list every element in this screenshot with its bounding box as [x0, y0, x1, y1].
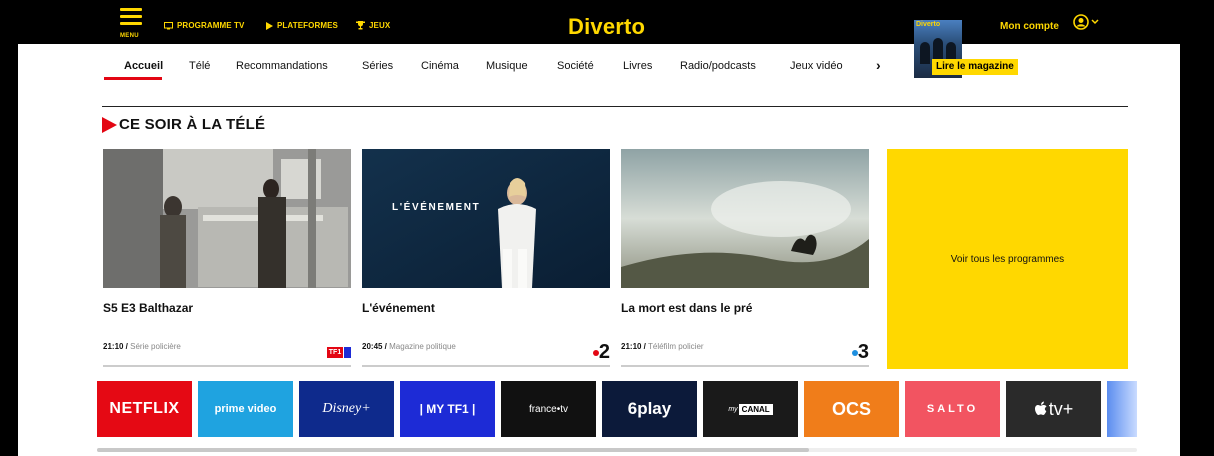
chevron-right-icon[interactable]: ›	[876, 57, 881, 73]
platform-france-tv[interactable]: france•tv	[501, 381, 596, 437]
tv-icon	[164, 21, 173, 29]
channel-number: 3	[857, 341, 869, 363]
tab-tele[interactable]: Télé	[189, 60, 210, 72]
platform-label: CANAL	[738, 403, 773, 415]
program-title: S5 E3 Balthazar	[103, 301, 194, 315]
program-genre: Magazine politique	[389, 342, 456, 351]
tf1-logo-block	[344, 347, 351, 358]
trophy-icon	[356, 21, 365, 30]
platform-ocs[interactable]: OCS	[804, 381, 899, 437]
platform-disney-plus[interactable]: Disney+	[299, 381, 394, 437]
magazine-cover-title: Diverto	[916, 21, 941, 28]
apple-icon	[1034, 401, 1047, 415]
platform-prime-video[interactable]: prime video	[198, 381, 293, 437]
section-divider	[102, 106, 1128, 107]
program-genre: Téléfilm policier	[647, 342, 704, 351]
account-menu[interactable]	[1072, 14, 1102, 34]
menu-button[interactable]: MENU	[120, 8, 150, 40]
read-magazine-link[interactable]: Lire le magazine	[932, 59, 1018, 75]
brand-logo[interactable]: Diverto	[568, 14, 645, 40]
program-genre: Série policière	[130, 342, 181, 351]
play-icon	[266, 21, 273, 30]
program-overlay-title: L'ÉVÉNEMENT	[392, 202, 481, 213]
account-link[interactable]: Mon compte	[1000, 21, 1059, 32]
program-time: 20:45 /	[362, 342, 387, 351]
hamburger-icon-bar	[120, 22, 142, 25]
platform-next-partial[interactable]	[1107, 381, 1137, 437]
platform-label: tv+	[1048, 398, 1074, 419]
programme-tv-link[interactable]: PROGRAMME TV	[164, 21, 244, 30]
menu-label: MENU	[120, 33, 139, 39]
tab-societe[interactable]: Société	[557, 60, 594, 72]
platform-salto[interactable]: SALTO	[905, 381, 1000, 437]
program-schedule: 21:10 / Série policière	[103, 342, 181, 351]
program-time: 21:10 /	[103, 342, 128, 351]
studio-presenter-image	[362, 149, 610, 288]
hamburger-icon-bar	[120, 15, 142, 18]
program-time: 21:10 /	[621, 342, 646, 351]
platform-label: SALTO	[926, 403, 979, 415]
tab-recommandations[interactable]: Recommandations	[236, 60, 328, 72]
program-thumbnail	[103, 149, 351, 288]
channel-logo-tf1: TF1	[327, 341, 351, 358]
platform-netflix[interactable]: NETFLIX	[97, 381, 192, 437]
program-schedule: 21:10 / Téléfilm policier	[621, 342, 704, 351]
platform-mycanal[interactable]: my CANAL	[703, 381, 798, 437]
tab-musique[interactable]: Musique	[486, 60, 528, 72]
tab-radio-podcasts[interactable]: Radio/podcasts	[680, 60, 756, 72]
channel-logo-france3: 3	[851, 341, 869, 364]
tab-accueil[interactable]: Accueil	[124, 60, 163, 72]
program-thumbnail	[621, 149, 869, 288]
tab-series[interactable]: Séries	[362, 60, 393, 72]
active-tab-indicator	[104, 77, 162, 80]
platform-label: Disney+	[322, 401, 371, 416]
page: MENU PROGRAMME TV PLATEFORMES JEUX Diver…	[0, 0, 1214, 456]
platforms-scrollbar-thumb[interactable]	[97, 448, 809, 452]
channel-logo-france2: 2	[592, 341, 610, 364]
section-title: CE SOIR À LA TÉLÉ	[119, 116, 266, 133]
chevron-down-icon	[1091, 19, 1099, 25]
platform-mytf1[interactable]: | MY TF1 |	[400, 381, 495, 437]
card-divider	[103, 365, 351, 367]
program-title: L'événement	[362, 301, 435, 315]
channel-number: 2	[598, 341, 610, 363]
plateformes-label: PLATEFORMES	[277, 21, 338, 30]
program-card[interactable]: S5 E3 Balthazar 21:10 / Série policière …	[103, 149, 351, 369]
programme-tv-label: PROGRAMME TV	[177, 21, 245, 30]
play-arrow-icon	[102, 116, 117, 133]
program-card[interactable]: La mort est dans le pré 21:10 / Téléfilm…	[621, 149, 869, 369]
tab-livres[interactable]: Livres	[623, 60, 652, 72]
card-divider	[621, 365, 869, 367]
platform-label: NETFLIX	[109, 400, 180, 417]
tf1-logo-text: TF1	[327, 347, 343, 358]
kitchen-scene-image	[103, 149, 351, 288]
platform-label: | MY TF1 |	[419, 402, 476, 416]
program-title: La mort est dans le pré	[621, 301, 753, 315]
jeux-label: JEUX	[369, 21, 391, 30]
field-silhouette-image	[621, 149, 869, 288]
card-divider	[362, 365, 610, 367]
platform-label: prime video	[214, 403, 277, 415]
platform-label: france•tv	[528, 403, 569, 415]
platform-apple-tv[interactable]: tv+	[1006, 381, 1101, 437]
hamburger-icon	[120, 8, 142, 11]
tab-jeux-video[interactable]: Jeux vidéo	[790, 60, 843, 72]
platform-6play[interactable]: 6play	[602, 381, 697, 437]
platform-label: 6play	[627, 399, 672, 418]
program-schedule: 20:45 / Magazine politique	[362, 342, 456, 351]
program-thumbnail: L'ÉVÉNEMENT	[362, 149, 610, 288]
jeux-link[interactable]: JEUX	[356, 21, 390, 30]
tab-cinema[interactable]: Cinéma	[421, 60, 459, 72]
see-all-programs-button[interactable]: Voir tous les programmes	[887, 149, 1128, 369]
plateformes-link[interactable]: PLATEFORMES	[265, 21, 338, 30]
platform-label: OCS	[831, 398, 871, 419]
section-heading: CE SOIR À LA TÉLÉ	[102, 116, 265, 133]
program-card[interactable]: L'ÉVÉNEMENT L'événement 20:45 / Magazine…	[362, 149, 610, 369]
platform-label-prefix: my	[728, 405, 738, 413]
cover-figure	[920, 42, 930, 64]
user-icon	[1073, 14, 1099, 30]
